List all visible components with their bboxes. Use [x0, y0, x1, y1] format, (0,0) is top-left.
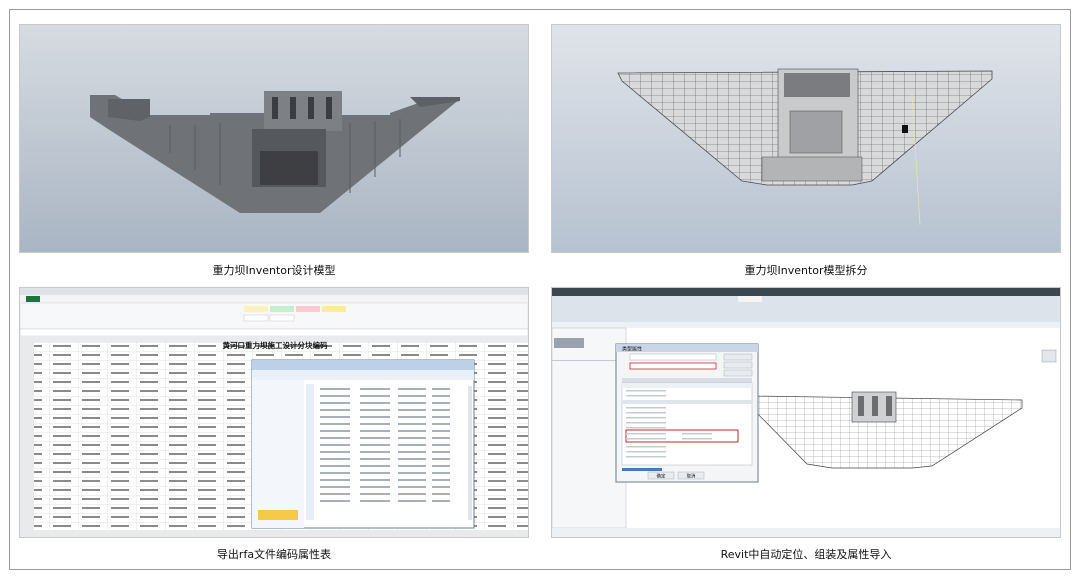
- revit-window: 类型属性 确定 取消: [552, 288, 1060, 537]
- revit-cancel-button[interactable]: 取消: [687, 473, 696, 480]
- caption-inventor-split: 重力坝Inventor模型拆分: [744, 264, 868, 277]
- inventor-design-viewport: [19, 24, 529, 253]
- revit-ok-button[interactable]: 确定: [657, 473, 666, 480]
- dam-solid-model: [20, 25, 528, 252]
- caption-revit-assembly: Revit中自动定位、组装及属性导入: [720, 548, 892, 561]
- excel-screenshot: 黄河口重力坝施工设计分块编码: [19, 287, 529, 538]
- caption-excel-export: 导出rfa文件编码属性表: [216, 548, 332, 561]
- revit-dialog-title: 类型属性: [622, 346, 642, 353]
- excel-window: 黄河口重力坝施工设计分块编码: [20, 288, 528, 537]
- excel-sheet-title: 黄河口重力坝施工设计分块编码: [223, 340, 328, 350]
- inventor-split-viewport: [551, 24, 1061, 253]
- revit-screenshot: 类型属性 确定 取消: [551, 287, 1061, 538]
- caption-inventor-design: 重力坝Inventor设计模型: [212, 264, 336, 277]
- dam-split-model: [552, 25, 1060, 252]
